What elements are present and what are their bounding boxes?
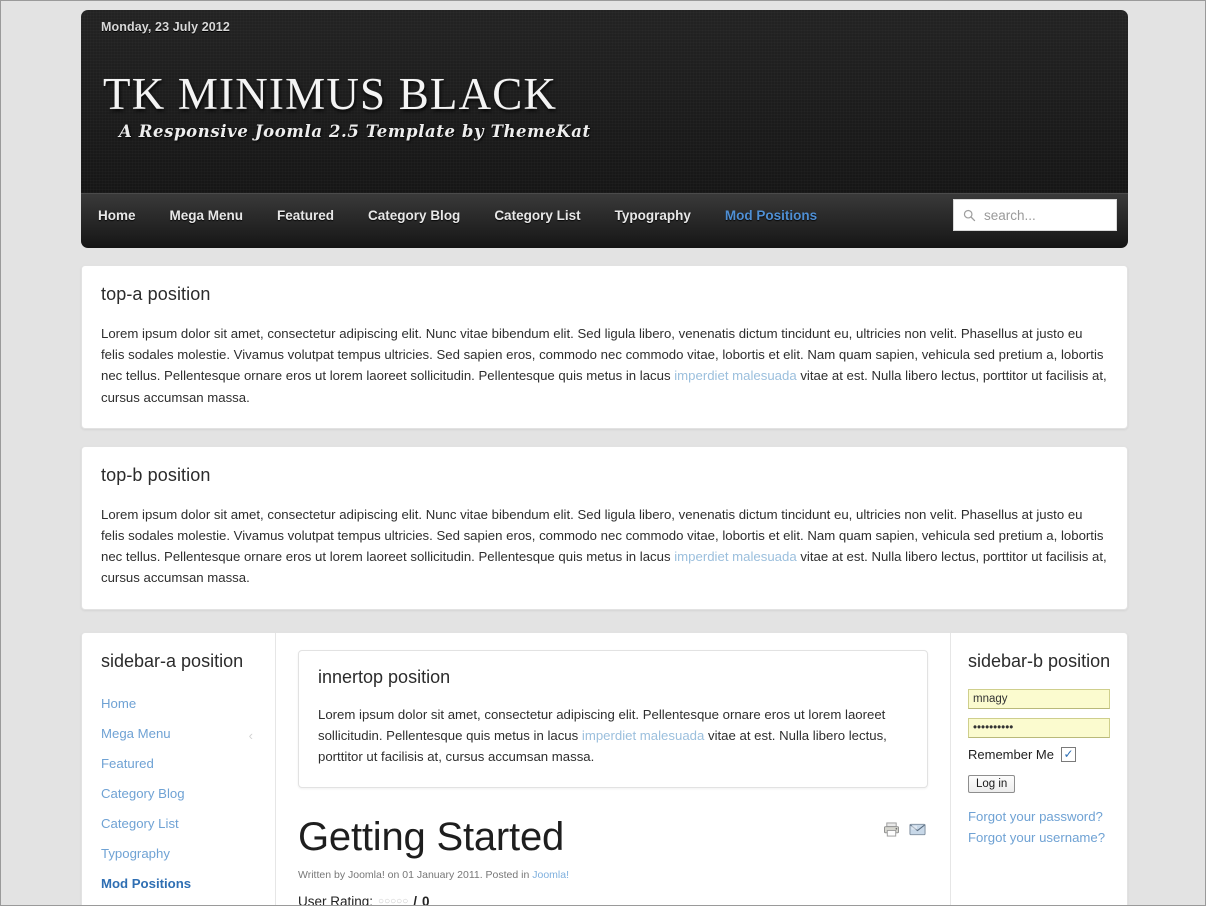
nav-link-category-list[interactable]: Category List: [477, 195, 597, 236]
sidebar-b: sidebar-b position Remember Me ✓ Log in …: [950, 632, 1127, 905]
password-input[interactable]: [968, 717, 1110, 738]
main-navigation: Home Mega Menu Featured Category Blog Ca…: [81, 193, 1128, 248]
search-icon: [963, 209, 976, 221]
sidebar-b-title: sidebar-b position: [968, 650, 1111, 671]
module-top-b-title: top-b position: [101, 464, 211, 485]
nav-link-mod-positions[interactable]: Mod Positions: [708, 195, 834, 236]
sidebar-item-mod-positions[interactable]: Mod Positions: [101, 869, 259, 899]
module-top-b: top-b position Lorem ipsum dolor sit ame…: [81, 445, 1128, 610]
article-meta: Written by Joomla! on 01 January 2011. P…: [298, 869, 926, 881]
email-icon[interactable]: [909, 822, 926, 837]
module-top-a-text: Lorem ipsum dolor sit amet, consectetur …: [101, 323, 1108, 408]
sidebar-a-title: sidebar-a position: [101, 650, 244, 671]
nav-item-mega-menu[interactable]: Mega Menu: [153, 195, 261, 236]
module-innertop-text: Lorem ipsum dolor sit amet, consectetur …: [318, 704, 908, 768]
nav-item-featured[interactable]: Featured: [260, 195, 351, 236]
nav-link-featured[interactable]: Featured: [260, 195, 351, 236]
rating-score: 0: [422, 894, 430, 906]
nav-link-mega-menu[interactable]: Mega Menu: [153, 195, 261, 236]
nav-item-category-blog[interactable]: Category Blog: [351, 195, 477, 236]
sidebar-link-featured[interactable]: Featured: [101, 749, 259, 779]
main-content: innertop position Lorem ipsum dolor sit …: [276, 633, 950, 906]
forgot-username-link[interactable]: Forgot your username?: [968, 827, 1111, 848]
module-top-a-title: top-a position: [101, 284, 211, 304]
site-header: Monday, 23 July 2012 TK MINIMUS BLACK A …: [81, 10, 1128, 193]
remember-me-label: Remember Me: [968, 746, 1054, 762]
remember-me-row[interactable]: Remember Me ✓: [968, 746, 1111, 762]
module-top-a: top-a position Lorem ipsum dolor sit ame…: [81, 265, 1128, 429]
article-meta-prefix: Written by Joomla! on 01 January 2011. P…: [298, 869, 533, 882]
login-help-links: Forgot your password? Forgot your userna…: [968, 806, 1111, 848]
top-a-inline-link[interactable]: imperdiet malesuada: [674, 368, 796, 383]
module-innertop-title: innertop position: [318, 666, 451, 687]
nav-item-typography[interactable]: Typography: [598, 195, 708, 236]
sidebar-link-typography[interactable]: Typography: [101, 839, 259, 869]
innertop-inline-link[interactable]: imperdiet malesuada: [582, 728, 704, 743]
forgot-password-link[interactable]: Forgot your password?: [968, 806, 1111, 827]
username-input[interactable]: [968, 688, 1110, 709]
article: Getting Started Written by Joomla! on 01…: [298, 814, 928, 906]
sidebar-item-featured[interactable]: Featured: [101, 749, 259, 779]
nav-link-home[interactable]: Home: [81, 195, 153, 236]
article-title: Getting Started: [298, 815, 565, 860]
sidebar-link-category-list[interactable]: Category List: [101, 809, 259, 839]
rating-separator: /: [413, 894, 417, 906]
sidebar-item-category-blog[interactable]: Category Blog: [101, 779, 259, 809]
remember-me-checkbox[interactable]: ✓: [1060, 746, 1076, 762]
sidebar-link-home[interactable]: Home: [101, 689, 259, 719]
site-branding: TK MINIMUS BLACK A Responsive Joomla 2.5…: [103, 68, 591, 144]
article-actions: [883, 822, 926, 837]
site-wrapper: Monday, 23 July 2012 TK MINIMUS BLACK A …: [81, 10, 1128, 906]
module-innertop: innertop position Lorem ipsum dolor sit …: [298, 649, 928, 789]
header-date: Monday, 23 July 2012: [101, 20, 230, 34]
nav-link-typography[interactable]: Typography: [598, 195, 708, 236]
sidebar-link-mod-positions[interactable]: Mod Positions: [101, 869, 259, 899]
sidebar-a: sidebar-a position Home Mega Menu ‹ Feat…: [82, 632, 276, 905]
sidebar-a-menu: Home Mega Menu ‹ Featured Category Blog …: [101, 689, 259, 899]
sidebar-item-typography[interactable]: Typography: [101, 839, 259, 869]
rating-summary: User Rating: ○○○○○ / 0: [298, 894, 926, 906]
sidebar-link-category-blog[interactable]: Category Blog: [101, 779, 259, 809]
rating-label: User Rating:: [298, 894, 374, 906]
search-input[interactable]: [982, 206, 1111, 224]
nav-link-category-blog[interactable]: Category Blog: [351, 195, 477, 236]
login-button[interactable]: Log in: [968, 774, 1016, 793]
sidebar-link-mega-menu[interactable]: Mega Menu: [101, 719, 259, 749]
content-row: sidebar-a position Home Mega Menu ‹ Feat…: [81, 631, 1128, 906]
sidebar-item-mega-menu[interactable]: Mega Menu ‹: [101, 719, 259, 749]
site-title: TK MINIMUS BLACK: [103, 69, 558, 119]
nav-item-category-list[interactable]: Category List: [477, 195, 597, 236]
article-rating: User Rating: ○○○○○ / 0 Poor B: [298, 894, 926, 906]
nav-item-home[interactable]: Home: [81, 195, 153, 236]
search-box[interactable]: [953, 199, 1117, 231]
site-tagline: A Responsive Joomla 2.5 Template by Them…: [119, 122, 591, 141]
browser-viewport: Monday, 23 July 2012 TK MINIMUS BLACK A …: [0, 0, 1206, 906]
article-category-link[interactable]: Joomla!: [532, 869, 569, 881]
sidebar-item-category-list[interactable]: Category List: [101, 809, 259, 839]
module-top-b-text: Lorem ipsum dolor sit amet, consectetur …: [101, 504, 1108, 589]
top-b-inline-link[interactable]: imperdiet malesuada: [674, 549, 796, 564]
print-icon[interactable]: [883, 822, 900, 837]
chevron-left-icon: ‹: [248, 727, 253, 743]
sidebar-item-home[interactable]: Home: [101, 689, 259, 719]
rating-stars: ○○○○○: [378, 896, 409, 906]
nav-item-mod-positions[interactable]: Mod Positions: [708, 195, 834, 236]
